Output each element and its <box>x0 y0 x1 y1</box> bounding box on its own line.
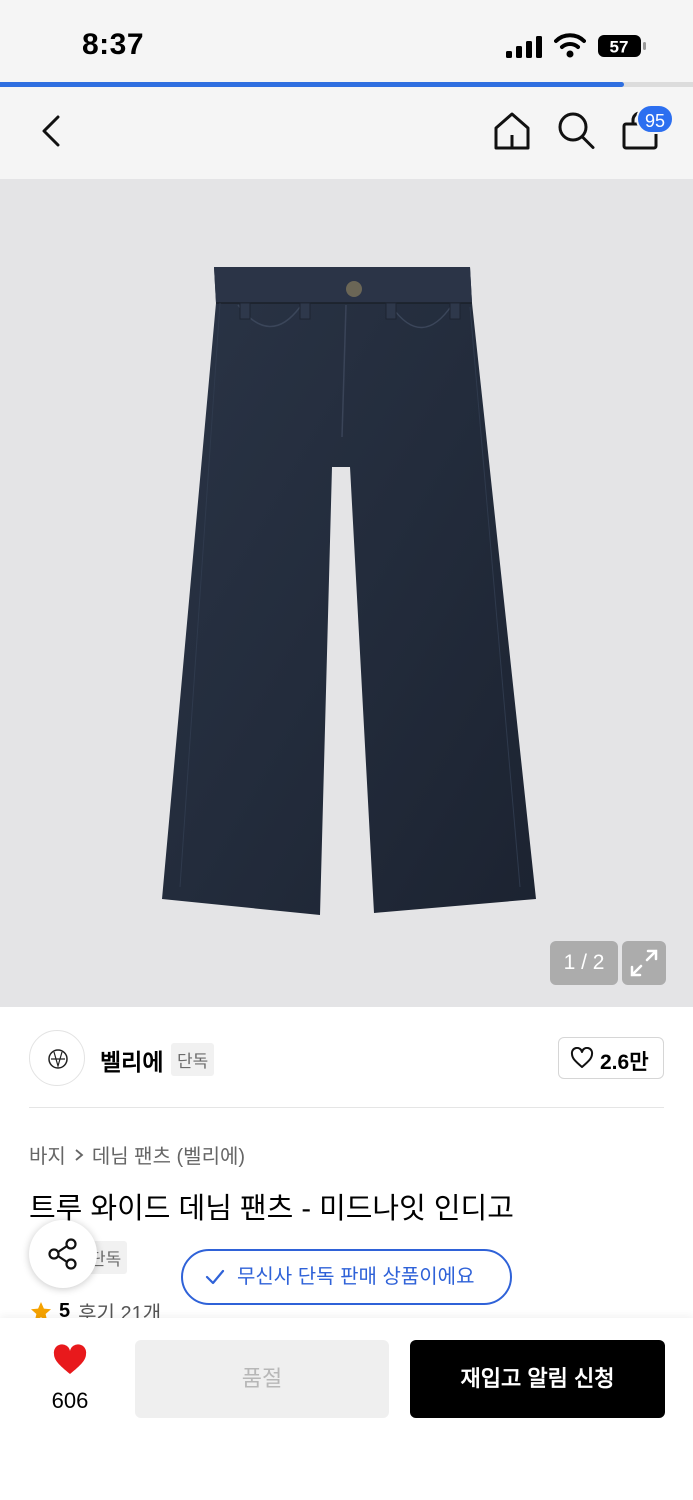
wifi-icon <box>554 33 586 58</box>
battery-level: 57 <box>610 38 629 57</box>
status-bar: 8:37 57 <box>0 0 693 87</box>
image-counter: 1 / 2 <box>550 941 618 985</box>
brand-logo[interactable] <box>29 1030 85 1086</box>
toast-text: 무신사 단독 판매 상품이에요 <box>237 1266 475 1288</box>
brand-like-button[interactable]: 2.6만 <box>558 1037 664 1079</box>
brand-like-count: 2.6만 <box>600 1051 649 1074</box>
product-photo-jeans <box>162 267 536 915</box>
expand-icon <box>630 949 658 977</box>
expand-image-button[interactable] <box>622 941 666 985</box>
cart-count-badge: 95 <box>636 104 674 134</box>
product-title: 트루 와이드 데님 팬츠 - 미드나잇 인디고 <box>29 1193 514 1225</box>
divider <box>29 1107 664 1108</box>
heart-filled-icon <box>53 1344 87 1374</box>
exclusive-tag: 단독 <box>171 1043 215 1076</box>
brand-emblem-icon <box>48 1049 68 1069</box>
wishlist-count: 606 <box>51 1388 89 1413</box>
search-icon[interactable] <box>555 109 597 153</box>
cellular-signal-icon <box>506 36 542 58</box>
checkmark-icon <box>205 1269 225 1285</box>
home-icon[interactable] <box>490 109 534 153</box>
bottom-action-bar: 606 품절 재입고 알림 신청 <box>0 1318 693 1500</box>
chevron-right-icon <box>75 1148 84 1161</box>
app-header: 95 <box>0 87 693 179</box>
share-icon <box>48 1238 77 1270</box>
restock-alert-button[interactable]: 재입고 알림 신청 <box>410 1340 665 1418</box>
battery-icon: 57 <box>598 35 646 57</box>
exclusive-notice-toast: 무신사 단독 판매 상품이에요 <box>181 1249 512 1305</box>
soldout-button[interactable]: 품절 <box>135 1340 389 1418</box>
breadcrumb-category[interactable]: 바지 <box>29 1140 66 1169</box>
wishlist-button[interactable]: 606 <box>40 1344 100 1414</box>
back-arrow-icon[interactable] <box>36 111 66 151</box>
product-image-gallery[interactable]: 1 / 2 <box>0 179 693 1007</box>
share-button[interactable] <box>29 1220 97 1288</box>
heart-outline-icon <box>570 1047 594 1068</box>
breadcrumb-subcategory[interactable]: 데님 팬츠 (벨리에) <box>92 1140 245 1169</box>
breadcrumb: 바지 데님 팬츠 (벨리에) <box>29 1140 245 1169</box>
brand-name[interactable]: 벨리에 <box>100 1043 163 1077</box>
status-time: 8:37 <box>82 28 145 61</box>
